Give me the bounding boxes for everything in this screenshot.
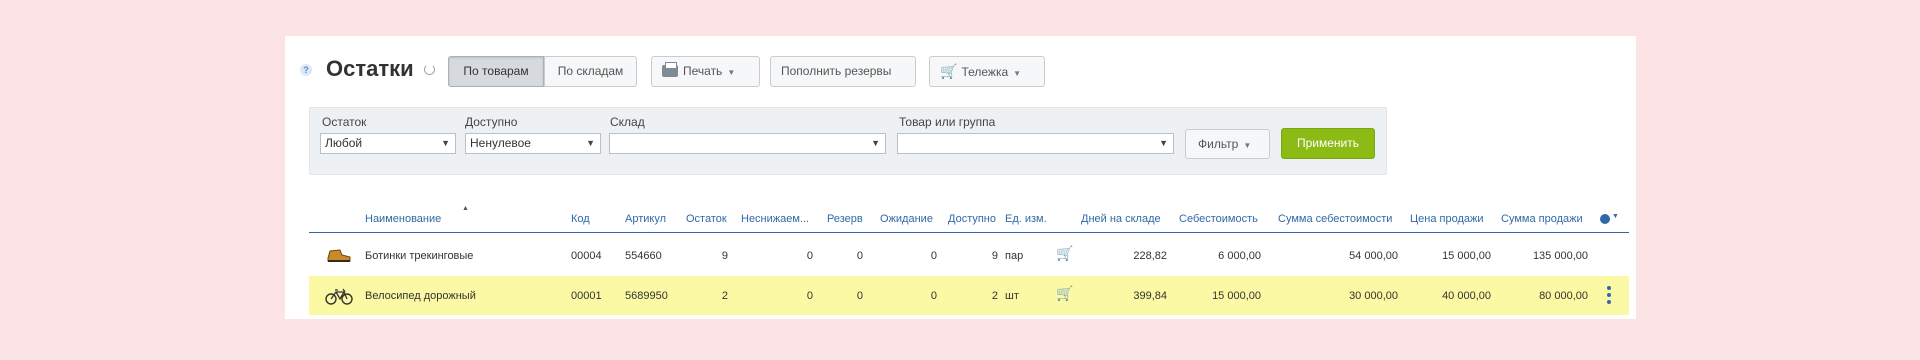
- row-name[interactable]: Ботинки трекинговые: [365, 250, 473, 262]
- chevron-down-icon: ▼: [727, 68, 736, 77]
- row-unit: шт: [1005, 290, 1019, 302]
- chevron-down-icon: ▼: [1013, 69, 1022, 78]
- row-cost: 6 000,00: [1218, 250, 1261, 262]
- remainder-select[interactable]: Любой ▼: [320, 133, 456, 154]
- apply-button[interactable]: Применить: [1281, 128, 1375, 159]
- col-article[interactable]: Артикул: [625, 213, 666, 225]
- row-waiting: 0: [930, 290, 937, 302]
- remainder-value: Любой: [325, 136, 363, 150]
- refill-label: Пополнить резервы: [781, 64, 892, 78]
- printer-icon: [662, 62, 678, 77]
- more-actions-icon[interactable]: [1607, 286, 1611, 306]
- available-select[interactable]: Ненулевое ▼: [465, 133, 601, 154]
- row-price: 15 000,00: [1442, 250, 1491, 262]
- warehouse-label: Склад: [610, 115, 645, 129]
- col-cost[interactable]: Себестоимость: [1179, 213, 1258, 225]
- help-icon[interactable]: ?: [300, 64, 312, 76]
- remainder-label: Остаток: [322, 115, 367, 129]
- col-days[interactable]: Дней на складе: [1081, 213, 1161, 225]
- row-days: 228,82: [1133, 250, 1167, 262]
- select-arrow-icon: ▼: [586, 138, 595, 148]
- row-cost-sum: 30 000,00: [1349, 290, 1398, 302]
- col-price-sum[interactable]: Сумма продажи: [1501, 213, 1583, 225]
- bike-icon: [325, 288, 353, 305]
- product-label: Товар или группа: [899, 115, 996, 129]
- refresh-icon[interactable]: [424, 64, 435, 75]
- row-minimum: 0: [806, 290, 813, 302]
- row-waiting: 0: [930, 250, 937, 262]
- row-cost-sum: 54 000,00: [1349, 250, 1398, 262]
- filter-button[interactable]: Фильтр ▼: [1185, 129, 1270, 159]
- row-reserve: 0: [856, 250, 863, 262]
- col-waiting[interactable]: Ожидание: [880, 213, 933, 225]
- col-reserve[interactable]: Резерв: [827, 213, 863, 225]
- row-article: 5689950: [625, 290, 668, 302]
- cart-label: Тележка: [961, 65, 1009, 79]
- row-available: 2: [991, 290, 998, 302]
- row-price-sum: 135 000,00: [1532, 250, 1588, 262]
- row-minimum: 0: [806, 250, 813, 262]
- chevron-down-icon: ▼: [1243, 141, 1252, 150]
- refill-reserves-button[interactable]: Пополнить резервы: [770, 56, 916, 87]
- row-reserve: 0: [856, 290, 863, 302]
- col-code[interactable]: Код: [571, 213, 590, 225]
- available-label: Доступно: [465, 115, 518, 129]
- select-arrow-icon: ▼: [1159, 138, 1168, 148]
- row-code: 00004: [571, 250, 602, 262]
- row-days: 399,84: [1133, 290, 1167, 302]
- chevron-down-icon[interactable]: ▼: [1612, 213, 1619, 220]
- row-remainder: 2: [721, 290, 728, 302]
- col-minimum[interactable]: Неснижаем...: [741, 213, 809, 225]
- filter-label: Фильтр: [1198, 137, 1239, 151]
- boot-icon: [327, 249, 351, 262]
- row-name[interactable]: Велосипед дорожный: [365, 290, 476, 302]
- row-price-sum: 80 000,00: [1539, 290, 1588, 302]
- col-remainder[interactable]: Остаток: [686, 213, 727, 225]
- tab-by-goods[interactable]: По товарам: [448, 56, 544, 87]
- row-remainder: 9: [721, 250, 728, 262]
- row-unit: пар: [1005, 250, 1024, 262]
- col-cost-sum[interactable]: Сумма себестоимости: [1278, 213, 1392, 225]
- select-arrow-icon: ▼: [441, 138, 450, 148]
- cart-icon: 🛒: [940, 63, 958, 79]
- product-select[interactable]: ▼: [897, 133, 1174, 154]
- col-available[interactable]: Доступно: [948, 213, 996, 225]
- col-price[interactable]: Цена продажи: [1410, 213, 1484, 225]
- print-button[interactable]: Печать ▼: [651, 56, 760, 87]
- warehouse-select[interactable]: ▼: [609, 133, 886, 154]
- col-name[interactable]: Наименование: [365, 213, 441, 225]
- cart-button[interactable]: 🛒 Тележка ▼: [929, 56, 1045, 87]
- row-code: 00001: [571, 290, 602, 302]
- tab-by-warehouses[interactable]: По складам: [544, 56, 637, 87]
- col-unit[interactable]: Ед. изм.: [1005, 213, 1047, 225]
- available-value: Ненулевое: [470, 136, 531, 150]
- page-title: Остатки: [326, 56, 414, 81]
- gear-icon[interactable]: [1600, 214, 1610, 224]
- sort-asc-icon: ▲: [462, 205, 469, 212]
- print-label: Печать: [683, 64, 723, 78]
- row-price: 40 000,00: [1442, 290, 1491, 302]
- row-cost: 15 000,00: [1212, 290, 1261, 302]
- cart-icon[interactable]: 🛒: [1056, 245, 1073, 262]
- cart-icon[interactable]: 🛒: [1056, 285, 1073, 302]
- select-arrow-icon: ▼: [871, 138, 880, 148]
- row-article: 554660: [625, 250, 662, 262]
- header-divider: [309, 232, 1629, 233]
- row-available: 9: [991, 250, 998, 262]
